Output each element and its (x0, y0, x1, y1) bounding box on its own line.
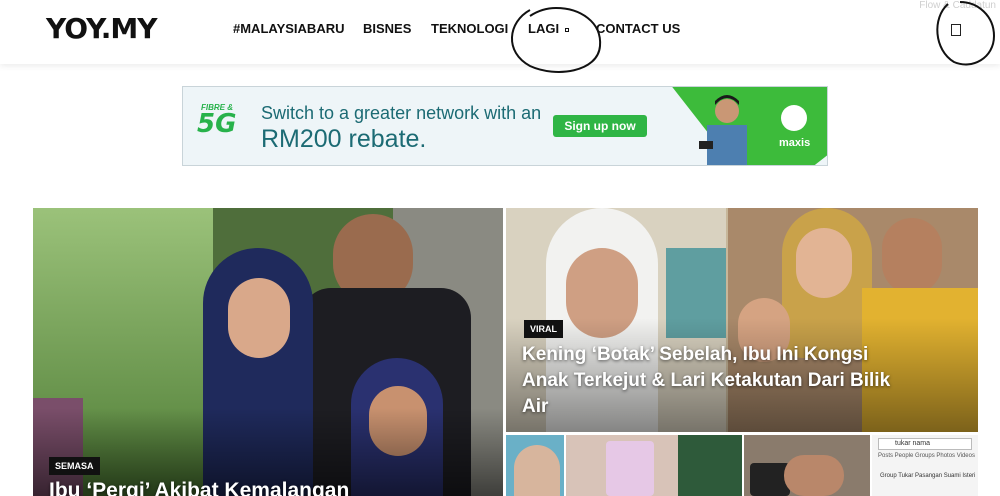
ad-signup-button[interactable]: Sign up now (553, 115, 647, 137)
maxis-brand: maxis (779, 137, 811, 149)
ad-banner[interactable]: FIBRE & 5G Switch to a greater network w… (182, 86, 828, 166)
ad-line-2: RM200 rebate. (261, 125, 427, 153)
category-badge[interactable]: VIRAL (524, 320, 563, 338)
article-tile-small-1[interactable] (506, 435, 564, 496)
site-header: YOY.MY #MALAYSIABARU BISNES TEKNOLOGI LA… (0, 0, 1000, 64)
nav-lagi[interactable]: LAGI (528, 21, 570, 36)
nav-malaysiabaru[interactable]: #MALAYSIABARU (233, 21, 344, 36)
man-face (882, 218, 942, 294)
fiber-5g-badge: FIBRE & 5G (197, 103, 237, 139)
category-badge[interactable]: SEMASA (49, 457, 100, 475)
woman-face (796, 228, 852, 298)
group-result: Group Tukar Pasangan Suami Isteri (880, 473, 976, 479)
corner-text: Flow & Caddatun (919, 0, 996, 11)
article-tile-small-3[interactable] (744, 435, 870, 496)
search-input: tukar nama (878, 438, 972, 450)
article-tile-small-4[interactable]: tukar nama Posts People Groups Photos Vi… (872, 435, 978, 496)
article-tile-semasa[interactable]: SEMASA Ibu ‘Pergi’ Akibat Kemalangan (33, 208, 503, 496)
article-tile-viral[interactable]: VIRAL Kening ‘Botak’ Sebelah, Ibu Ini Ko… (506, 208, 978, 432)
birthday-sign (606, 441, 654, 496)
site-logo[interactable]: YOY.MY (46, 12, 157, 45)
ad-line-1: Switch to a greater network with an (261, 103, 542, 123)
hand (784, 455, 844, 496)
dropdown-caret-icon (565, 27, 570, 32)
search-filters: Posts People Groups Photos Videos (878, 453, 975, 459)
article-headline[interactable]: Ibu ‘Pergi’ Akibat Kemalangan (49, 478, 489, 496)
nav-contact-us[interactable]: CONTACT US (596, 21, 680, 36)
article-headline[interactable]: Kening ‘Botak’ Sebelah, Ibu Ini Kongsi A… (522, 342, 892, 420)
tree-foliage (678, 435, 742, 496)
nav-teknologi[interactable]: TEKNOLOGI (431, 21, 508, 36)
nav-bisnes[interactable]: BISNES (363, 21, 411, 36)
article-tile-small-2[interactable] (566, 435, 742, 496)
maxis-logo-icon (781, 105, 807, 131)
face-closeup (514, 445, 560, 496)
person-mother-face (228, 278, 290, 358)
ad-person-image (699, 95, 747, 165)
menu-icon[interactable] (951, 24, 961, 36)
nav-lagi-label: LAGI (528, 21, 560, 36)
